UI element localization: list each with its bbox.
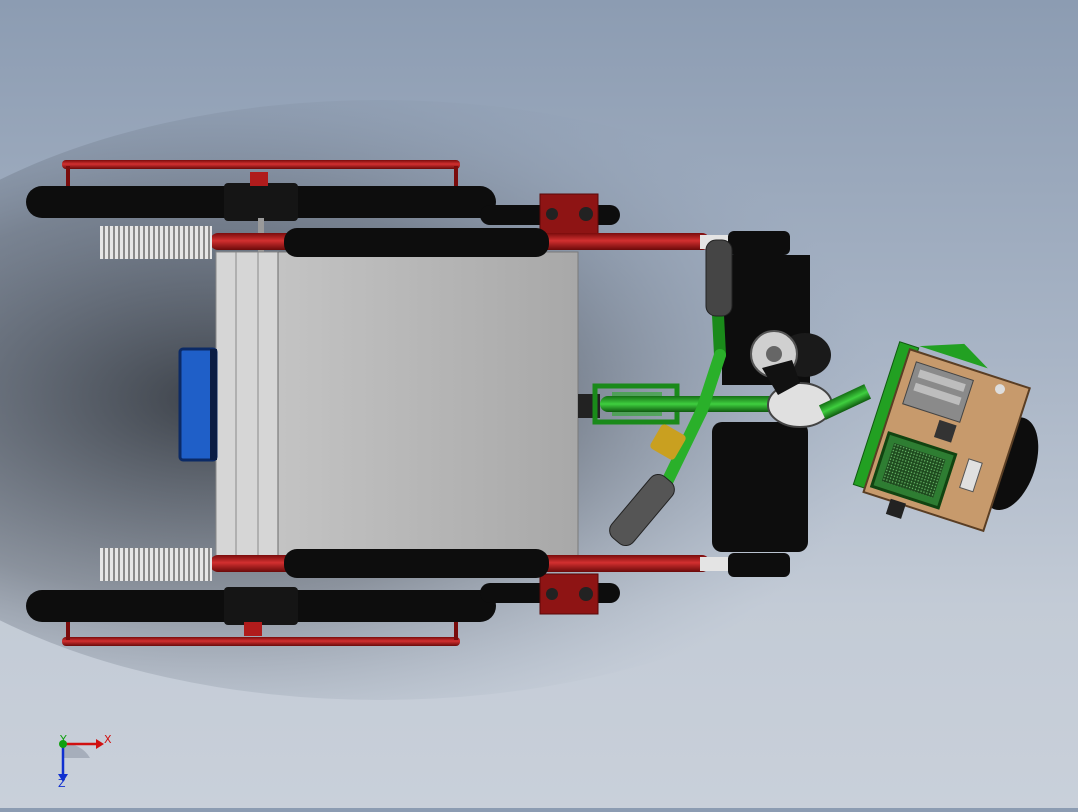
- triad-y-label: Y: [60, 733, 67, 746]
- top-roller: [284, 228, 549, 257]
- bottom-spring: [100, 548, 212, 581]
- triad-z-label: Z: [58, 777, 66, 790]
- top-spring: [100, 226, 212, 259]
- deck-platform[interactable]: [178, 251, 579, 561]
- triad-x-label: X: [104, 733, 112, 746]
- left-handle-grip[interactable]: [705, 239, 733, 317]
- bottom-roller: [284, 549, 549, 578]
- cad-viewport[interactable]: X Y Z: [0, 0, 1078, 808]
- model-view[interactable]: [0, 0, 1078, 808]
